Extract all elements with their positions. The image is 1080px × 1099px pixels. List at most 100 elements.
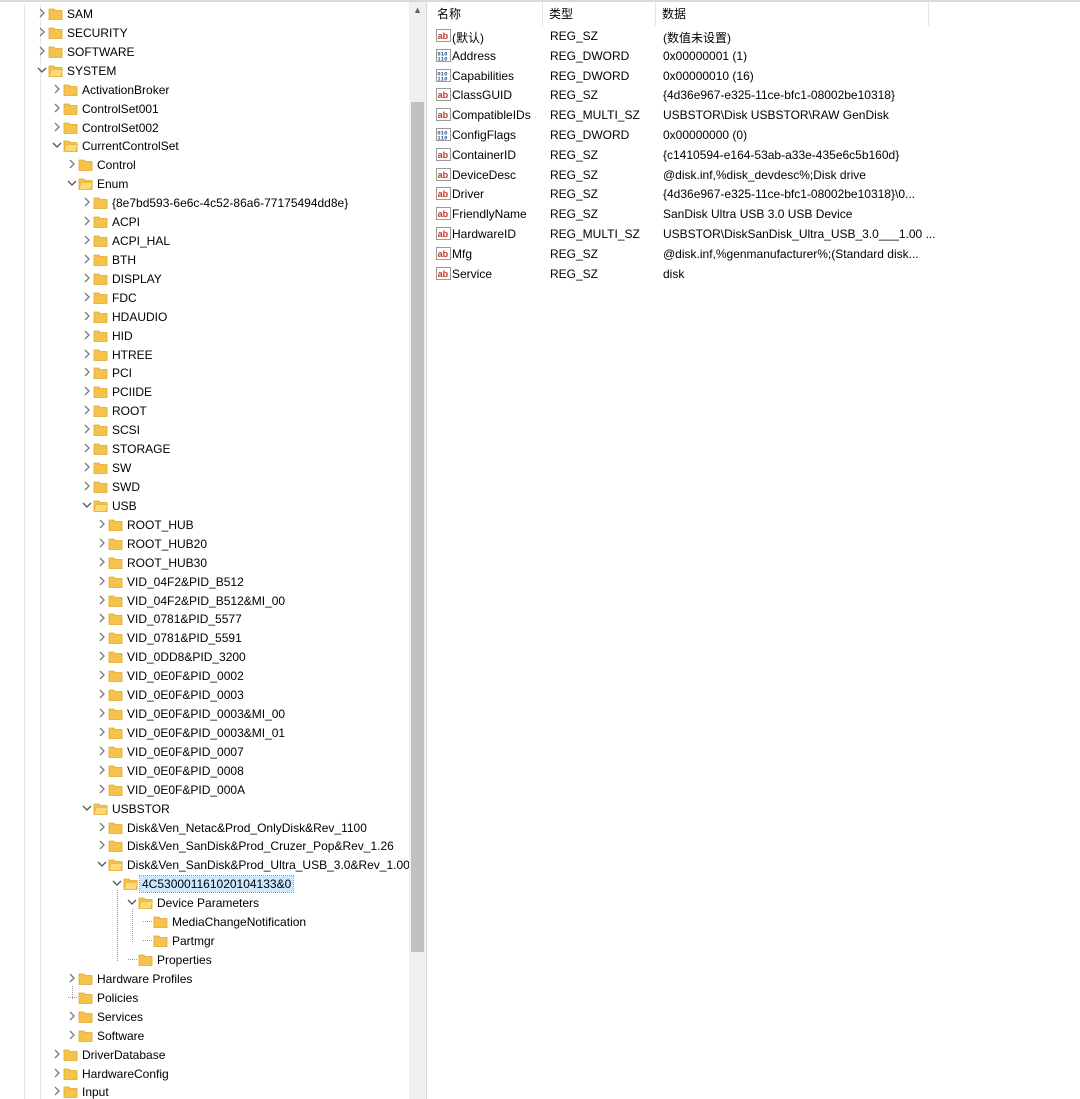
tree-item[interactable]: Input — [0, 1082, 409, 1099]
tree-item-label[interactable]: ControlSet001 — [80, 101, 161, 117]
tree-item[interactable]: SAM — [0, 4, 409, 23]
chevron-down-icon[interactable] — [66, 177, 78, 189]
tree-item-label[interactable]: SCSI — [110, 422, 142, 438]
chevron-right-icon[interactable] — [96, 745, 108, 757]
tree-item-label[interactable]: CurrentControlSet — [80, 138, 181, 154]
chevron-right-icon[interactable] — [81, 348, 93, 360]
tree-item[interactable]: Properties — [0, 950, 409, 969]
chevron-right-icon[interactable] — [81, 234, 93, 246]
chevron-down-icon[interactable] — [96, 858, 108, 870]
chevron-down-icon[interactable] — [36, 64, 48, 76]
tree-item-label[interactable]: ROOT — [110, 403, 149, 419]
tree-item[interactable]: HID — [0, 326, 409, 345]
tree-item[interactable]: Partmgr — [0, 931, 409, 950]
tree-item[interactable]: Software — [0, 1026, 409, 1045]
chevron-right-icon[interactable] — [81, 196, 93, 208]
tree-item-label[interactable]: Software — [95, 1028, 146, 1044]
chevron-down-icon[interactable] — [51, 139, 63, 151]
tree-item-label[interactable]: Disk&Ven_SanDisk&Prod_Cruzer_Pop&Rev_1.2… — [125, 838, 396, 854]
chevron-right-icon[interactable] — [66, 158, 78, 170]
chevron-right-icon[interactable] — [96, 556, 108, 568]
tree-item[interactable]: SWD — [0, 477, 409, 496]
scroll-up-arrow-icon[interactable]: ▲ — [409, 2, 426, 19]
tree-item-label[interactable]: VID_0E0F&PID_0008 — [125, 763, 246, 779]
tree-item-label[interactable]: VID_0781&PID_5577 — [125, 611, 244, 627]
chevron-right-icon[interactable] — [81, 310, 93, 322]
tree-item[interactable]: ActivationBroker — [0, 80, 409, 99]
tree-item[interactable]: BTH — [0, 250, 409, 269]
tree-item[interactable]: Hardware Profiles — [0, 969, 409, 988]
tree-item-label[interactable]: Partmgr — [170, 933, 217, 949]
tree-item-label[interactable]: HDAUDIO — [110, 309, 169, 325]
tree-item-label[interactable]: VID_0DD8&PID_3200 — [125, 649, 248, 665]
chevron-right-icon[interactable] — [96, 839, 108, 851]
chevron-right-icon[interactable] — [96, 669, 108, 681]
tree-item[interactable]: Disk&Ven_SanDisk&Prod_Ultra_USB_3.0&Rev_… — [0, 855, 409, 874]
tree-item[interactable]: VID_0E0F&PID_0002 — [0, 666, 409, 685]
tree-item-label[interactable]: ACPI_HAL — [110, 233, 172, 249]
value-row[interactable]: ab Mfg REG_SZ @disk.inf,%genmanufacturer%;(… — [431, 244, 1080, 264]
chevron-right-icon[interactable] — [96, 764, 108, 776]
tree-item[interactable]: VID_0781&PID_5577 — [0, 609, 409, 628]
tree-item[interactable]: HardwareConfig — [0, 1064, 409, 1083]
tree-item[interactable]: Services — [0, 1007, 409, 1026]
chevron-right-icon[interactable] — [81, 461, 93, 473]
tree-item[interactable]: Control — [0, 155, 409, 174]
chevron-down-icon[interactable] — [81, 802, 93, 814]
tree-item[interactable]: FDC — [0, 288, 409, 307]
column-header-name[interactable]: 名称 — [431, 2, 543, 26]
tree-item-label[interactable]: Policies — [95, 990, 140, 1006]
tree-item[interactable]: 4C530001161020104133&0 — [0, 874, 409, 894]
chevron-right-icon[interactable] — [96, 821, 108, 833]
chevron-right-icon[interactable] — [96, 726, 108, 738]
tree-item[interactable]: USB — [0, 496, 409, 515]
tree-item-label[interactable]: USBSTOR — [110, 801, 172, 817]
tree-item-label[interactable]: ActivationBroker — [80, 82, 171, 98]
tree-item[interactable]: Device Parameters — [0, 893, 409, 912]
chevron-right-icon[interactable] — [81, 366, 93, 378]
tree-item[interactable]: SW — [0, 458, 409, 477]
tree-item-label[interactable]: Services — [95, 1009, 145, 1025]
tree-item-label[interactable]: VID_0E0F&PID_0003 — [125, 687, 246, 703]
chevron-right-icon[interactable] — [81, 291, 93, 303]
tree-item-label[interactable]: USB — [110, 498, 139, 514]
chevron-right-icon[interactable] — [51, 121, 63, 133]
tree-item[interactable]: ACPI — [0, 212, 409, 231]
tree-item-label[interactable]: VID_0E0F&PID_0002 — [125, 668, 246, 684]
tree-item[interactable]: VID_0E0F&PID_0008 — [0, 761, 409, 780]
chevron-right-icon[interactable] — [51, 1048, 63, 1060]
chevron-right-icon[interactable] — [96, 650, 108, 662]
tree-item-label[interactable]: HTREE — [110, 347, 155, 363]
chevron-right-icon[interactable] — [81, 480, 93, 492]
tree-item-label[interactable]: STORAGE — [110, 441, 172, 457]
tree-item[interactable]: SCSI — [0, 420, 409, 439]
tree-vertical-scrollbar[interactable]: ▲ — [409, 2, 426, 1099]
tree-item-label[interactable]: SYSTEM — [65, 63, 118, 79]
tree-item-label[interactable]: ROOT_HUB30 — [125, 555, 209, 571]
tree-item[interactable]: ROOT_HUB30 — [0, 553, 409, 572]
value-row[interactable]: ab CompatibleIDs REG_MULTI_SZ USBSTOR\Disk … — [431, 105, 1080, 125]
registry-values-list[interactable]: 名称 类型 数据 ab (默认) REG_SZ (数值未设置) 010 110 Addres… — [431, 2, 1080, 1099]
tree-item[interactable]: STORAGE — [0, 439, 409, 458]
tree-item[interactable]: Enum — [0, 174, 409, 193]
tree-item-label[interactable]: PCI — [110, 365, 134, 381]
chevron-right-icon[interactable] — [96, 707, 108, 719]
chevron-down-icon[interactable] — [126, 896, 138, 908]
tree-item-label[interactable]: DriverDatabase — [80, 1047, 167, 1063]
chevron-right-icon[interactable] — [96, 783, 108, 795]
chevron-right-icon[interactable] — [51, 1085, 63, 1097]
chevron-right-icon[interactable] — [66, 1029, 78, 1041]
tree-item[interactable]: Disk&Ven_Netac&Prod_OnlyDisk&Rev_1100 — [0, 818, 409, 837]
tree-item-label[interactable]: SAM — [65, 6, 95, 22]
tree-item[interactable]: SYSTEM — [0, 61, 409, 80]
chevron-right-icon[interactable] — [96, 537, 108, 549]
tree-item[interactable]: VID_0781&PID_5591 — [0, 628, 409, 647]
tree-item[interactable]: MediaChangeNotification — [0, 912, 409, 931]
tree-item-label[interactable]: DISPLAY — [110, 271, 164, 287]
tree-item-label[interactable]: Properties — [155, 952, 214, 968]
value-row[interactable]: 010 110 Address REG_DWORD 0x00000001 (1) — [431, 46, 1080, 66]
tree-item[interactable]: VID_0E0F&PID_0003 — [0, 685, 409, 704]
chevron-right-icon[interactable] — [36, 7, 48, 19]
chevron-right-icon[interactable] — [96, 688, 108, 700]
tree-item[interactable]: Disk&Ven_SanDisk&Prod_Cruzer_Pop&Rev_1.2… — [0, 836, 409, 855]
